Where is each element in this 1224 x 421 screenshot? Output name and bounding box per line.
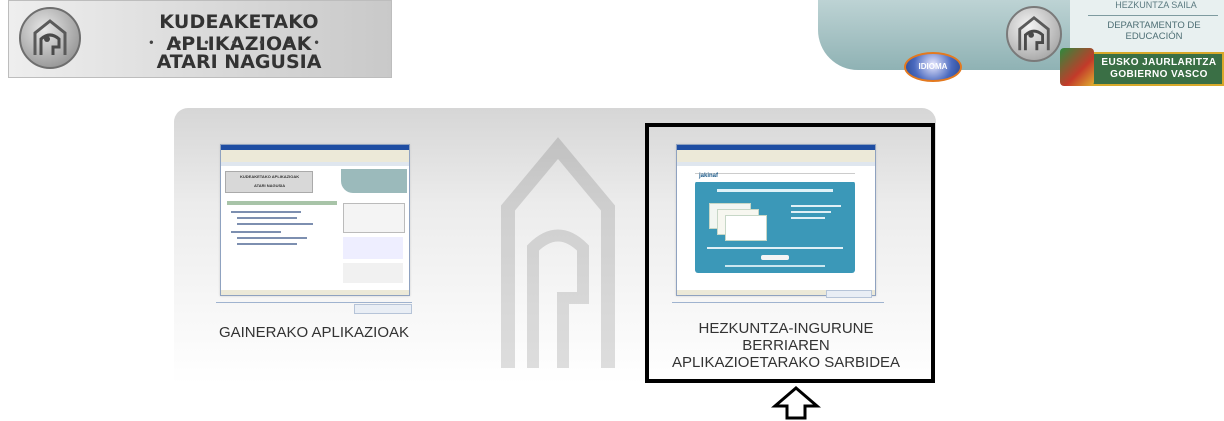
house-emblem-icon [33,19,67,55]
house-watermark-icon [501,137,615,368]
department-name-spanish: DEPARTAMENTO DE EDUCACIÓN [1107,20,1201,42]
language-button[interactable]: IDIOMA [904,52,962,82]
up-arrow-icon [771,386,821,420]
option-other-applications-label[interactable]: GAINERAKO APLIKAZIOAK [214,324,414,341]
title-dots: • • • • • • • [149,35,329,49]
app-subtitle: ATARI NAGUSIA [156,51,322,73]
house-emblem-icon [1018,15,1050,51]
department-name-basque: HEZKUNTZA SAILA [1115,0,1197,10]
selected-option-frame [645,123,935,383]
government-name-basque: EUSKO JAURLARITZA [1101,57,1217,68]
divider [1088,15,1218,16]
coat-of-arms-icon [1060,48,1094,86]
mini-banner: KUDEAKETAKO APLIKAZIOAK ATARI NAGUSIA [225,171,313,193]
department-logo-right [1006,6,1062,62]
government-name-spanish: GOBIERNO VASCO [1110,69,1208,80]
government-banner: HEZKUNTZA SAILA DEPARTAMENTO DE EDUCACIÓ… [818,0,1224,86]
department-logo [19,7,81,69]
basque-government-logo: EUSKO JAURLARITZA GOBIERNO VASCO [1060,48,1224,86]
other-applications-screenshot: KUDEAKETAKO APLIKAZIOAK ATARI NAGUSIA [220,144,410,296]
option-other-applications[interactable]: KUDEAKETAKO APLIKAZIOAK ATARI NAGUSIA [214,138,414,343]
header-banner: KUDEAKETAKO APLIKAZIOAK • • • • • • • AT… [8,0,392,78]
language-button-label: IDIOMA [918,62,948,71]
